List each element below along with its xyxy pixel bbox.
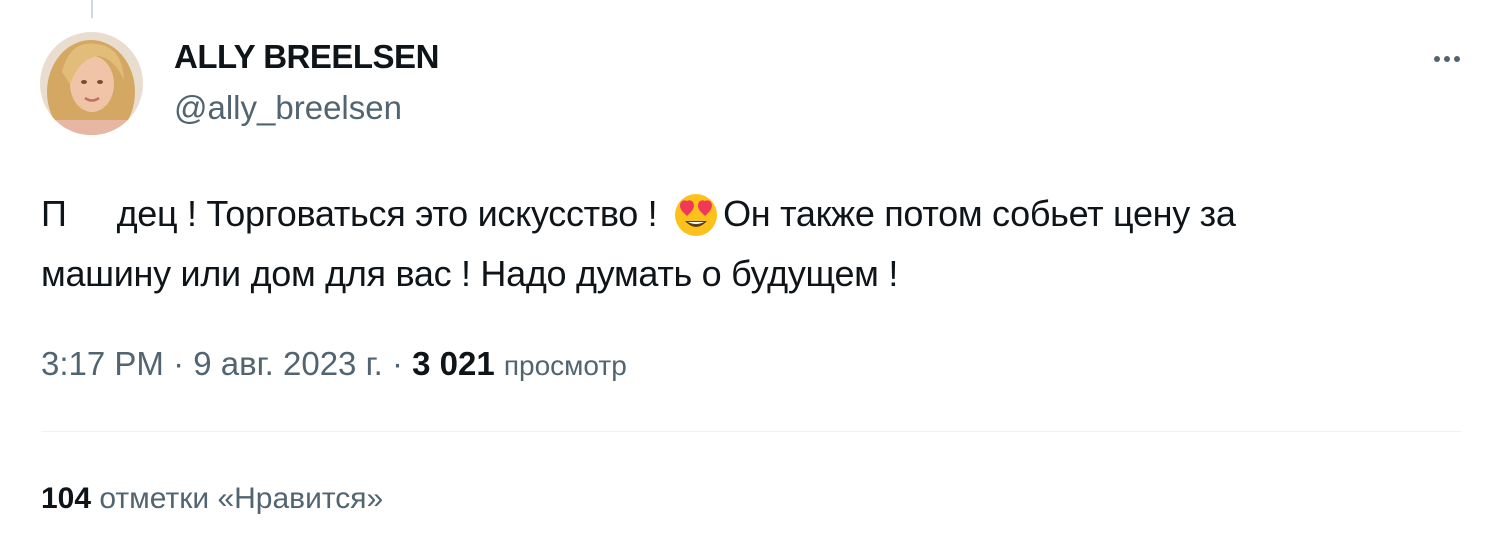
views-label: просмотр xyxy=(503,350,627,381)
divider xyxy=(41,431,1461,432)
tweet-text-fragment-1: П xyxy=(41,193,67,234)
likes-count: 104 xyxy=(41,482,92,515)
tweet-text-line-2: машину или дом для вас ! Надо думать о б… xyxy=(41,253,899,294)
views-count: 3 021 xyxy=(412,345,495,382)
tweet-meta: 3:17 PM · 9 авг. 2023 г. · 3 021 просмот… xyxy=(41,345,627,383)
meta-separator: · xyxy=(391,345,403,382)
avatar[interactable] xyxy=(40,32,143,135)
likes-label: отметки «Нравится» xyxy=(99,482,384,515)
thread-connector-line xyxy=(91,0,93,18)
more-options-button[interactable] xyxy=(1424,36,1470,82)
tweet-timestamp-link[interactable]: 3:17 PM · 9 авг. 2023 г. xyxy=(41,345,383,382)
tweet-text-line-1: Пдец ! Торговаться это искусство ! Он та… xyxy=(41,184,1461,244)
author-display-name[interactable]: ALLY BREELSEN xyxy=(174,38,439,76)
tweet-time: 3:17 PM xyxy=(41,345,164,382)
more-horizontal-icon xyxy=(1424,36,1470,82)
tweet-text: Пдец ! Торговаться это искусство ! Он та… xyxy=(41,184,1461,304)
tweet-text-fragment-2: дец ! Торговаться это искусство ! xyxy=(116,193,658,234)
likes-stat-link[interactable]: 104 отметки «Нравится» xyxy=(41,482,383,516)
tweet-text-fragment-3: Он также потом собьет цену за xyxy=(723,193,1236,234)
author-handle[interactable]: @ally_breelsen xyxy=(174,89,402,127)
tweet-date: 9 авг. 2023 г. xyxy=(193,345,383,382)
meta-separator: · xyxy=(173,345,185,382)
heart-eyes-emoji-icon xyxy=(671,188,721,238)
